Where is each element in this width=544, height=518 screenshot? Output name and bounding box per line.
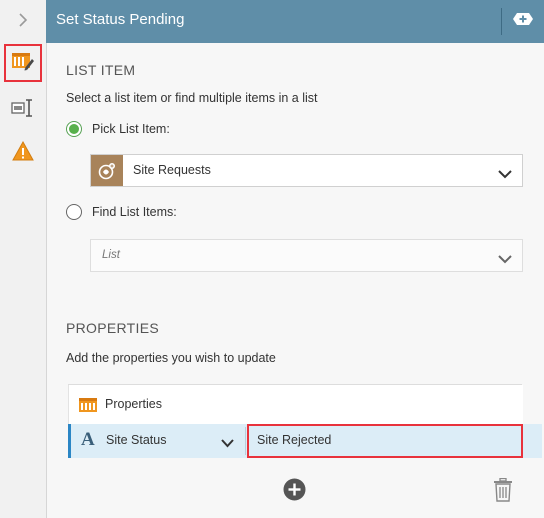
header-divider	[501, 8, 502, 35]
site-requests-icon	[91, 155, 123, 186]
add-panel-button[interactable]	[512, 12, 534, 30]
add-circle-icon	[283, 478, 306, 506]
properties-header: Properties	[68, 385, 523, 425]
left-rail	[0, 0, 47, 518]
properties-header-label: Properties	[105, 397, 162, 411]
panel-header: Set Status Pending	[46, 0, 544, 43]
expand-panel-button[interactable]	[0, 2, 46, 42]
list-icon	[79, 398, 97, 417]
configuration-tab[interactable]	[0, 91, 46, 129]
pick-list-item-value: Site Requests	[133, 163, 211, 177]
add-property-button[interactable]	[283, 478, 306, 506]
find-list-items-label: Find List Items:	[92, 205, 177, 219]
chevron-down-icon	[498, 251, 512, 269]
property-row[interactable]: A Site Status Site Rejected	[68, 424, 542, 458]
chevron-right-icon	[17, 12, 29, 33]
list-item-description: Select a list item or find multiple item…	[66, 91, 318, 105]
find-list-placeholder: List	[102, 249, 120, 261]
add-tag-icon	[512, 12, 534, 31]
property-divider	[245, 427, 246, 455]
property-value-input[interactable]: Site Rejected	[247, 424, 523, 458]
pick-list-item-option[interactable]: Pick List Item:	[66, 120, 170, 138]
list-item-section-title: LIST ITEM	[66, 62, 136, 78]
selection-highlight	[4, 44, 42, 82]
property-field-label: Site Status	[106, 433, 167, 447]
property-value-text: Site Rejected	[257, 433, 332, 447]
properties-description: Add the properties you wish to update	[66, 351, 276, 365]
warning-icon	[12, 140, 34, 166]
pick-list-item-radio[interactable]	[66, 121, 82, 137]
general-tab[interactable]	[0, 44, 46, 82]
find-list-items-radio[interactable]	[66, 204, 82, 220]
chevron-down-icon	[221, 435, 234, 453]
config-text-icon	[11, 97, 35, 124]
panel-title: Set Status Pending	[56, 11, 185, 28]
properties-section-title: PROPERTIES	[66, 320, 159, 336]
pick-list-item-dropdown[interactable]: Site Requests	[90, 154, 523, 187]
warnings-tab[interactable]	[0, 134, 46, 172]
pick-list-item-label: Pick List Item:	[92, 122, 170, 136]
find-list-dropdown[interactable]: List	[90, 239, 523, 272]
find-list-items-option[interactable]: Find List Items:	[66, 203, 177, 221]
trash-icon	[493, 477, 513, 507]
property-field-select[interactable]: A Site Status	[71, 424, 245, 458]
chevron-down-icon	[498, 166, 512, 184]
text-field-icon: A	[81, 429, 95, 450]
delete-property-button[interactable]	[492, 477, 514, 507]
